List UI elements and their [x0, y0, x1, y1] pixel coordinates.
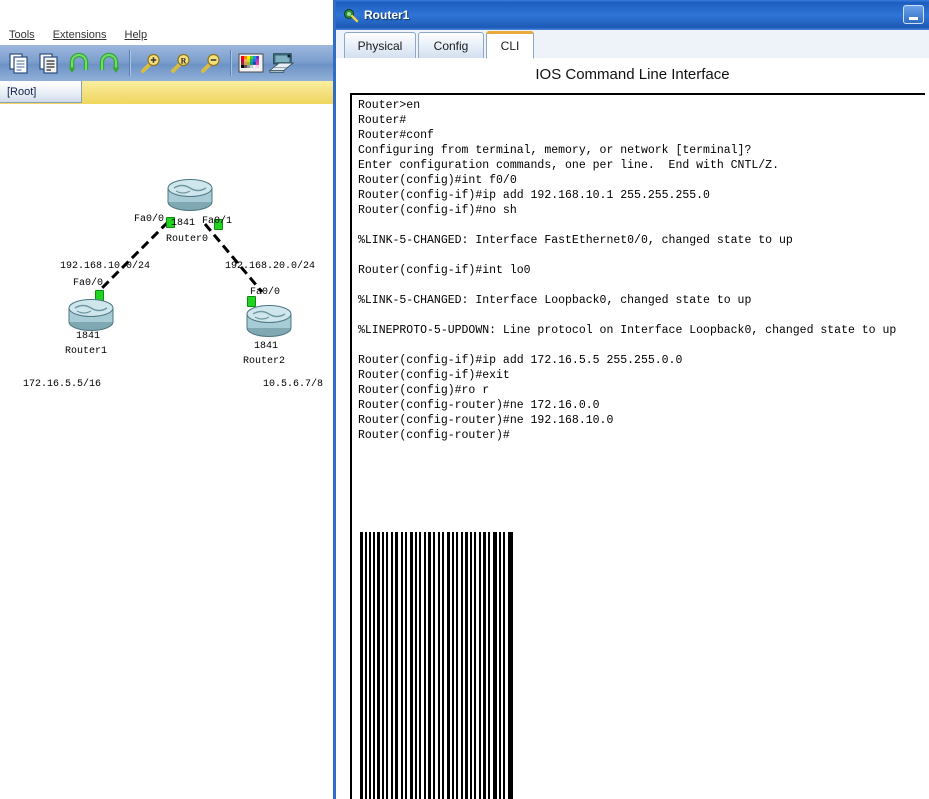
router-icon-router1[interactable]	[65, 296, 114, 332]
zoom-out-icon[interactable]	[197, 50, 223, 76]
tab-physical[interactable]: Physical	[344, 32, 416, 58]
minimize-button[interactable]	[903, 5, 924, 24]
tab-cli[interactable]: CLI	[486, 31, 534, 59]
cli-terminal[interactable]: Router>en Router# Router#conf Configurin…	[350, 93, 925, 799]
device-name-router2: Router2	[243, 356, 286, 367]
undo-icon[interactable]	[66, 50, 92, 76]
palette-icon[interactable]	[238, 50, 264, 76]
topology-canvas[interactable]: Fa0/0 Fa0/1 1841 Router0 192.168.10.0/24…	[0, 104, 333, 799]
network-label-right: 192.168.20.0/24	[225, 261, 316, 272]
pane-title: IOS Command Line Interface	[535, 66, 730, 83]
iface-label-router1: Fa0/0	[73, 278, 104, 289]
tab-physical-label: Physical	[357, 38, 403, 53]
iface-label-router0-left: Fa0/0	[134, 214, 165, 225]
iface-label-router0-right: Fa0/1	[202, 216, 233, 227]
drawing-tablet-icon[interactable]	[268, 50, 294, 76]
router-app-icon	[343, 7, 359, 23]
menu-help-label: Help	[124, 28, 148, 41]
zoom-reset-glyph: R	[181, 56, 187, 65]
router-icon-router2[interactable]	[243, 302, 292, 338]
menu-extensions-label: Extensions	[52, 28, 107, 41]
address-label-router1: 172.16.5.5/16	[23, 379, 102, 390]
router1-window: Router1 Physical Config CLI IOS Command …	[333, 0, 929, 799]
toolbar-separator-2	[230, 50, 231, 76]
tab-cli-label: CLI	[500, 39, 520, 53]
zoom-in-icon[interactable]	[137, 50, 163, 76]
root-tab-label: [Root]	[7, 85, 37, 98]
workspace-tab-bar: [Root]	[0, 81, 333, 105]
tab-config-label: Config	[433, 38, 469, 53]
redo-icon[interactable]	[96, 50, 122, 76]
router-tab-strip: Physical Config CLI	[336, 30, 929, 59]
toolbar-separator-1	[129, 50, 130, 76]
cli-terminal-text: Router>en Router# Router#conf Configurin…	[358, 99, 897, 442]
root-tab[interactable]: [Root]	[0, 81, 82, 103]
cli-pane: IOS Command Line Interface Router>en Rou…	[336, 58, 929, 799]
address-label-router2: 10.5.6.7/8	[263, 379, 324, 390]
tab-config[interactable]: Config	[418, 32, 484, 58]
open-file-icon[interactable]	[36, 50, 62, 76]
menu-help[interactable]: Help	[116, 27, 157, 43]
menu-tools[interactable]: Tools	[0, 27, 44, 43]
device-name-router0: Router0	[166, 234, 209, 245]
network-label-left: 192.168.10.0/24	[60, 261, 151, 272]
menu-tools-label: Tools	[9, 28, 35, 41]
menu-bar: Tools Extensions Help	[0, 24, 333, 46]
window-title: Router1	[364, 8, 410, 22]
device-model-router2: 1841	[254, 341, 279, 352]
device-name-router1: Router1	[65, 346, 108, 357]
menu-extensions[interactable]: Extensions	[44, 27, 116, 43]
packet-tracer-workspace: Tools Extensions Help R [Root] Fa0/0 Fa0…	[0, 0, 333, 799]
device-model-router1: 1841	[76, 331, 101, 342]
minimize-glyph	[909, 17, 918, 20]
main-toolbar: R	[0, 45, 333, 82]
window-title-bar[interactable]: Router1	[336, 0, 929, 30]
router-icon-router0[interactable]	[164, 176, 213, 212]
zoom-reset-icon[interactable]: R	[167, 50, 193, 76]
terminal-render-artifact	[360, 532, 520, 799]
device-model-router0: 1841	[171, 218, 196, 229]
new-file-icon[interactable]	[6, 50, 32, 76]
